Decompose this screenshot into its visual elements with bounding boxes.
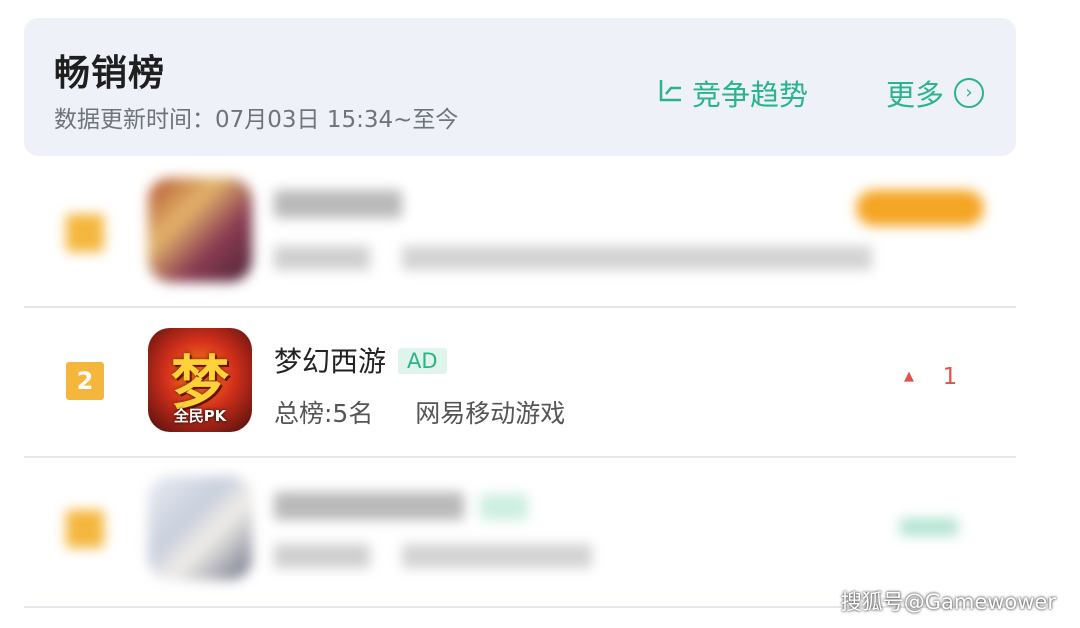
publisher: 网易移动游戏 (415, 399, 566, 428)
rank-badge (66, 214, 104, 252)
page-title: 畅销榜 (54, 53, 166, 94)
chevron-right-circle-icon: › (954, 78, 985, 108)
app-name-placeholder (274, 190, 402, 218)
list-item[interactable] (24, 158, 1016, 308)
app-name[interactable]: 梦幻西游 (274, 345, 386, 378)
app-icon[interactable] (148, 476, 252, 580)
watermark: 搜狐号@Gamewower (840, 590, 1056, 614)
rank-change-value: 1 (942, 364, 958, 390)
app-name-row: 梦幻西游 AD (274, 340, 447, 380)
icon-caption: 全民PK (173, 407, 227, 425)
line-chart-icon (658, 76, 684, 110)
publisher-placeholder (402, 246, 872, 270)
rank-badge: 2 (66, 362, 104, 400)
publisher-placeholder (402, 544, 592, 568)
app-name-placeholder (274, 492, 464, 520)
app-icon[interactable] (148, 178, 252, 282)
more-label: 更多 (886, 78, 945, 112)
app-icon[interactable]: 梦 全民PK (148, 328, 252, 432)
overall-rank: 总榜:5名 (274, 399, 374, 428)
highlight-badge (856, 190, 984, 226)
chart-header: 畅销榜 数据更新时间：07月03日 15:34~至今 竞争趋势 更多 › (24, 18, 1016, 156)
ad-badge: AD (398, 348, 447, 374)
rank-change: ▲ 1 (904, 364, 957, 390)
app-meta: 总榜:5名 网易移动游戏 (274, 394, 565, 430)
overall-rank-placeholder (274, 544, 370, 568)
list-item[interactable]: 2 梦 全民PK 梦幻西游 AD 总榜:5名 网易移动游戏 ▲ 1 (24, 308, 1016, 458)
up-arrow-icon: ▲ (904, 369, 914, 384)
trend-button[interactable]: 竞争趋势 (658, 72, 808, 114)
more-button[interactable]: 更多 › (886, 72, 985, 114)
trend-label: 竞争趋势 (692, 78, 809, 112)
update-time: 数据更新时间：07月03日 15:34~至今 (54, 107, 459, 133)
badge-placeholder (480, 494, 528, 520)
overall-rank-placeholder (274, 246, 370, 270)
rank-badge (66, 510, 104, 548)
rank-change-placeholder (900, 518, 958, 536)
